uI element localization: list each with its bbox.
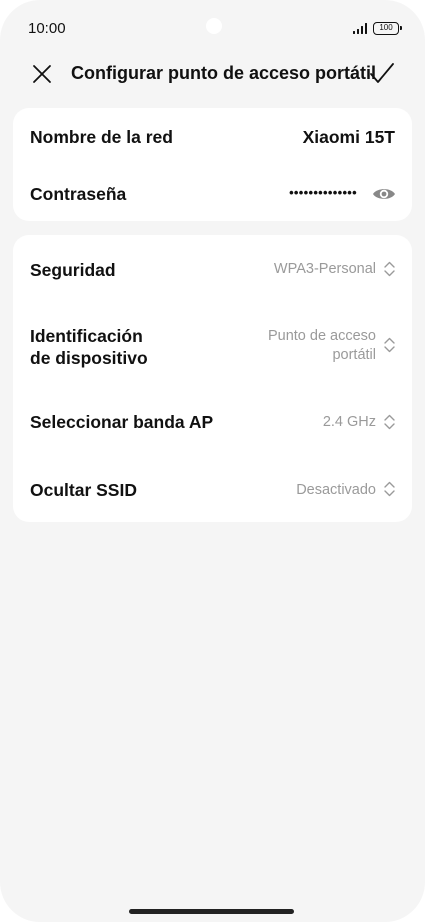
hide-ssid-row[interactable]: Ocultar SSID Desactivado — [13, 455, 412, 522]
password-value: •••••••••••••• — [289, 185, 357, 200]
home-indicator[interactable] — [129, 909, 294, 914]
band-row[interactable]: Seleccionar banda AP 2.4 GHz — [13, 389, 412, 455]
chevron-up-down-icon — [384, 261, 395, 277]
password-label: Contraseña — [30, 184, 127, 204]
chevron-up-down-icon — [384, 481, 395, 497]
security-row[interactable]: Seguridad WPA3-Personal — [13, 235, 412, 303]
signal-icon — [352, 22, 367, 34]
network-card: Nombre de la red Xiaomi 15T Contraseña •… — [13, 108, 412, 221]
device-id-label-line2: de dispositivo — [30, 348, 148, 368]
phone-screen: 10:00 100 Configurar punto de acceso por… — [0, 0, 425, 922]
network-name-label: Nombre de la red — [30, 127, 173, 147]
band-value: 2.4 GHz — [322, 414, 376, 430]
chevron-up-down-icon — [384, 414, 395, 430]
device-id-value-line2: portátil — [332, 347, 376, 363]
password-row[interactable]: Contraseña •••••••••••••• — [13, 166, 412, 221]
eye-icon[interactable] — [372, 186, 396, 202]
device-id-value-line1: Punto de acceso — [267, 328, 376, 344]
app-header: Configurar punto de acceso portátil — [0, 52, 425, 96]
network-name-row[interactable]: Nombre de la red Xiaomi 15T — [13, 108, 412, 166]
status-icons: 100 — [352, 21, 402, 35]
device-id-label-line1: Identificación — [30, 326, 143, 346]
battery-icon: 100 — [373, 21, 402, 35]
settings-card: Seguridad WPA3-Personal Identificación d… — [13, 235, 412, 522]
chevron-up-down-icon — [384, 337, 395, 353]
network-name-value: Xiaomi 15T — [302, 127, 395, 147]
camera-cutout — [206, 18, 222, 34]
band-label: Seleccionar banda AP — [30, 412, 214, 432]
page-title: Configurar punto de acceso portátil — [71, 63, 377, 83]
hide-ssid-value: Desactivado — [296, 482, 376, 498]
status-time: 10:00 — [28, 20, 66, 37]
battery-level: 100 — [379, 22, 393, 32]
device-id-row[interactable]: Identificación de dispositivo Punto de a… — [13, 303, 412, 389]
security-label: Seguridad — [30, 260, 116, 280]
security-value: WPA3-Personal — [273, 261, 376, 277]
close-icon[interactable] — [30, 62, 54, 86]
checkmark-icon[interactable] — [368, 61, 396, 87]
hide-ssid-label: Ocultar SSID — [30, 480, 137, 500]
status-bar: 10:00 100 — [0, 0, 425, 56]
